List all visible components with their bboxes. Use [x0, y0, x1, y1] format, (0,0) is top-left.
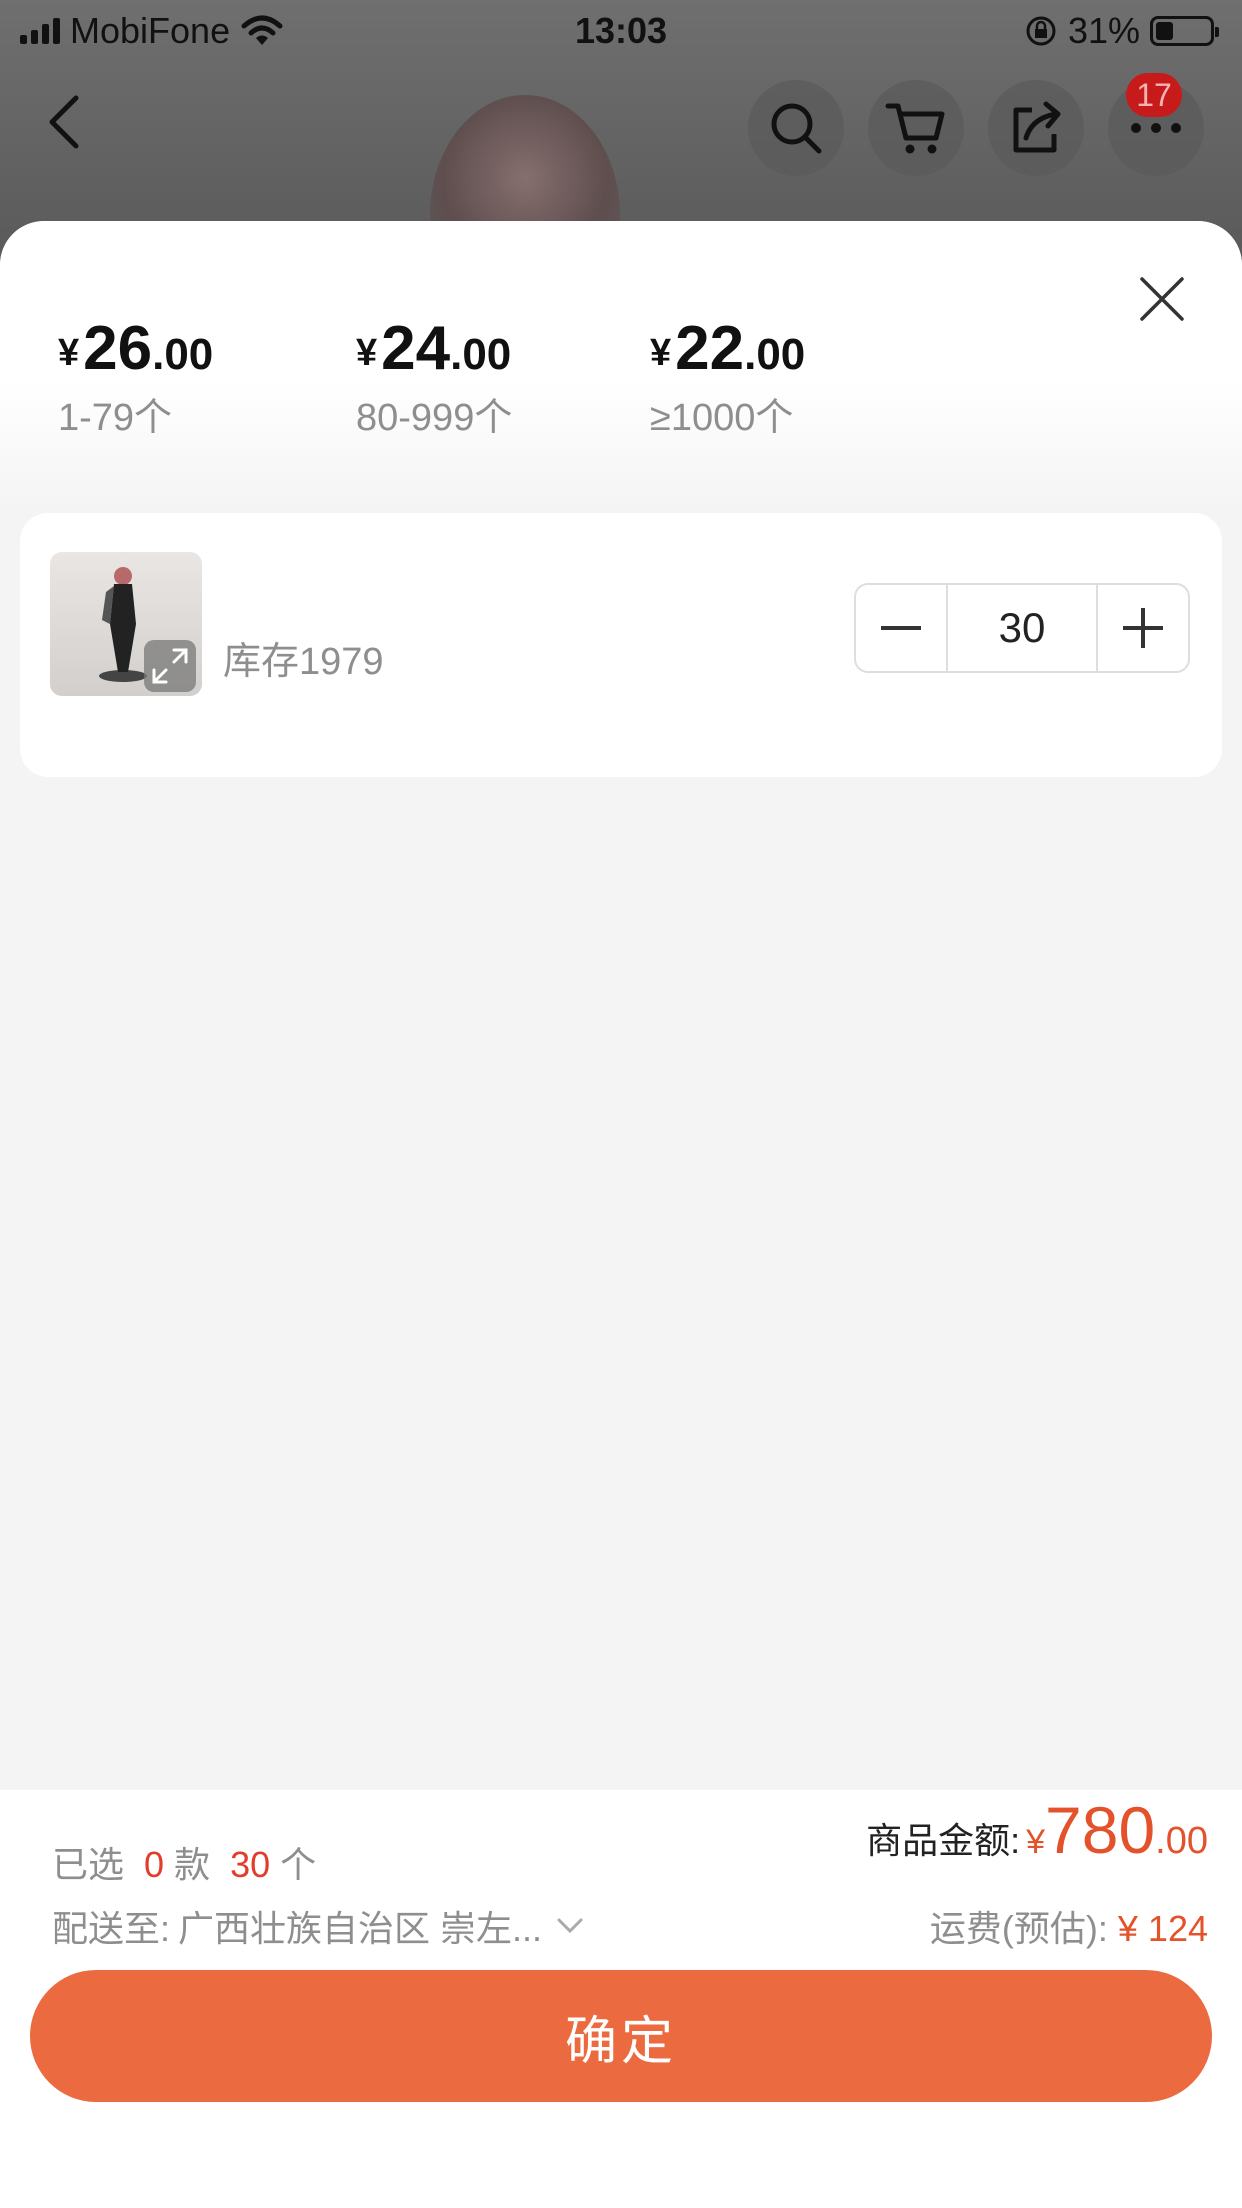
share-button[interactable] [988, 80, 1084, 176]
sku-thumbnail[interactable] [50, 552, 202, 696]
confirm-button[interactable]: 确定 [30, 1970, 1212, 2102]
shipping-address-selector[interactable]: 配送至: 广西壮族自治区 崇左... [52, 1900, 584, 1952]
search-icon [771, 103, 822, 154]
share-icon [1013, 101, 1061, 153]
search-button[interactable] [748, 80, 844, 176]
stock-label: 库存1979 [223, 641, 384, 683]
ship-label: 配送至: [52, 1908, 171, 1949]
price-tier: ¥24.00 80-999个 [356, 314, 513, 439]
ship-address: 广西壮族自治区 崇左... [178, 1908, 543, 1949]
price-tier-range: ≥1000个 [650, 397, 794, 439]
back-icon[interactable] [36, 92, 96, 152]
selection-summary: 已选 0 款 30 个 [52, 1844, 317, 1885]
styles-count: 0 [144, 1844, 165, 1885]
status-bar: MobiFone 13:03 31% [0, 0, 1242, 62]
plus-icon [1123, 608, 1163, 648]
quantity-input[interactable]: 30 [946, 585, 1098, 671]
items-count: 30 [230, 1844, 271, 1885]
sku-card: 库存1979 30 [20, 513, 1222, 777]
product-navbar [0, 72, 1242, 176]
cart-button[interactable] [868, 80, 964, 176]
expand-image-button[interactable] [144, 640, 196, 692]
order-summary-bar: 已选 0 款 30 个 配送至: 广西壮族自治区 崇左... 商品金额: ¥780… [0, 1790, 1242, 2208]
increase-button[interactable] [1098, 585, 1188, 671]
price-tier: ¥22.00 ≥1000个 [650, 314, 806, 439]
rotation-lock-icon [1026, 16, 1056, 46]
more-icon [1131, 123, 1181, 133]
price-tier-range: 1-79个 [58, 397, 173, 439]
expand-icon [152, 648, 188, 684]
figure-image [99, 567, 147, 682]
battery-icon [1150, 16, 1219, 46]
goods-amount: 商品金额: ¥780.00 [866, 1793, 1208, 1867]
estimated-freight: 运费(预估): ¥ 124 [929, 1908, 1208, 1949]
notification-badge: 17 [1126, 73, 1182, 117]
cart-icon [885, 103, 945, 154]
price-tier-range: 80-999个 [356, 397, 513, 439]
quantity-stepper: 30 [854, 583, 1190, 673]
chevron-down-icon [557, 1918, 583, 1934]
minus-icon [881, 626, 921, 630]
decrease-button[interactable] [856, 585, 946, 671]
battery-percent: 31% [1067, 10, 1140, 51]
close-icon[interactable] [1136, 273, 1188, 325]
price-tier: ¥26.00 1-79个 [58, 314, 214, 439]
